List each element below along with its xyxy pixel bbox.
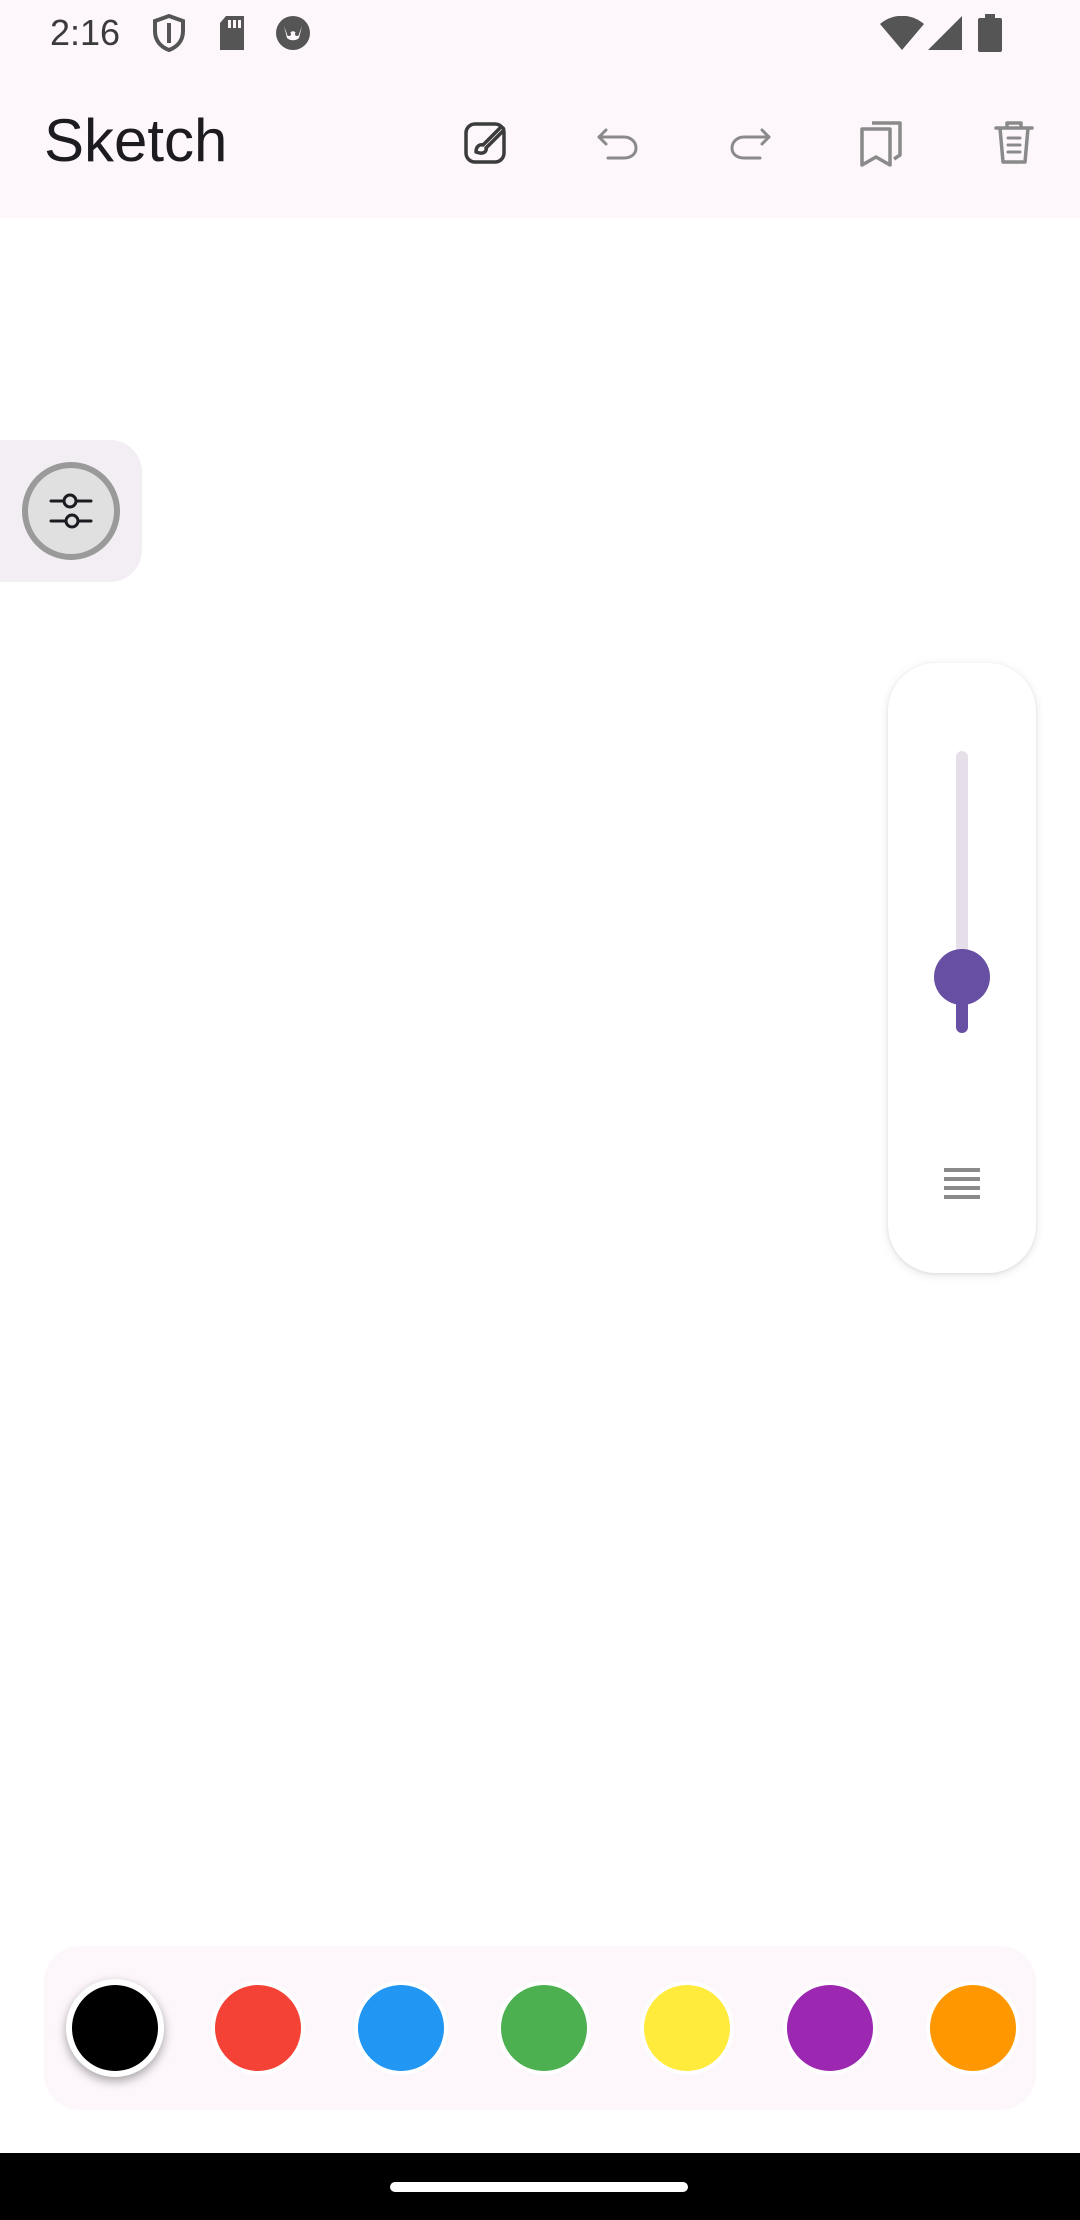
- home-gesture-handle[interactable]: [390, 2182, 688, 2192]
- brush-edit-button[interactable]: [454, 110, 518, 174]
- page-title: Sketch: [44, 107, 228, 174]
- status-time: 2:16: [50, 12, 121, 53]
- wifi-icon: [880, 16, 924, 50]
- navigation-bar: [0, 2153, 1080, 2220]
- color-swatch[interactable]: [215, 1985, 301, 2071]
- color-swatch[interactable]: [787, 1985, 873, 2071]
- sd-card-icon: [220, 16, 244, 50]
- brush-size-panel: [888, 663, 1036, 1273]
- delete-icon: [994, 121, 1034, 164]
- tune-sliders-icon: [49, 493, 93, 529]
- undo-icon: [597, 128, 638, 160]
- shield-icon: [153, 14, 185, 52]
- tune-settings-button[interactable]: [22, 462, 120, 560]
- redo-icon: [730, 128, 771, 160]
- color-swatch[interactable]: [930, 1985, 1016, 2071]
- color-palette: [44, 1946, 1036, 2110]
- copy-pages-icon: [860, 121, 902, 167]
- line-weight-icon[interactable]: [942, 1166, 982, 1200]
- color-swatch[interactable]: [501, 1985, 587, 2071]
- battery-icon: [978, 14, 1002, 52]
- copy-pages-button[interactable]: [850, 110, 914, 174]
- undo-button[interactable]: [586, 110, 650, 174]
- cellular-icon: [928, 16, 962, 50]
- color-swatch[interactable]: [358, 1985, 444, 2071]
- cat-face-icon: [276, 16, 310, 50]
- settings-panel: [0, 440, 142, 582]
- redo-button[interactable]: [718, 110, 782, 174]
- color-swatch[interactable]: [72, 1985, 158, 2071]
- color-swatch[interactable]: [644, 1985, 730, 2071]
- delete-button[interactable]: [982, 110, 1046, 174]
- brush-edit-icon: [464, 122, 506, 164]
- brush-size-slider-thumb[interactable]: [934, 948, 990, 1005]
- top-app-bar: Sketch: [0, 66, 1080, 218]
- status-bar: 2:16: [0, 0, 1080, 66]
